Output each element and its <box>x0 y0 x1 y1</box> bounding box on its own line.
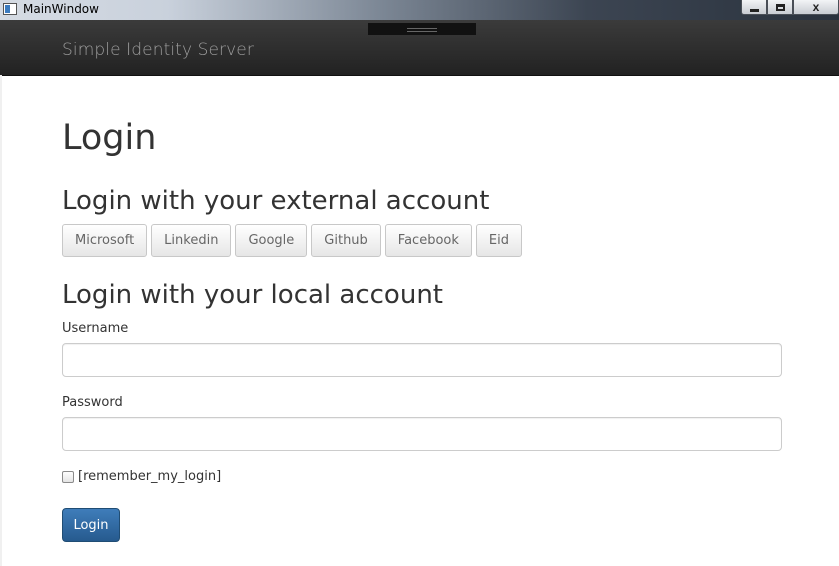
external-login-heading: Login with your external account <box>62 186 490 216</box>
facebook-login-button[interactable]: Facebook <box>384 224 472 257</box>
window-title-bar[interactable]: MainWindow x <box>0 0 839 20</box>
local-login-heading: Login with your local account <box>62 280 443 310</box>
remember-login-row: [remember_my_login] <box>62 469 221 484</box>
external-provider-buttons: Microsoft Linkedin Google Github Faceboo… <box>62 224 522 257</box>
window-title: MainWindow <box>23 2 99 16</box>
microsoft-login-button[interactable]: Microsoft <box>62 224 148 257</box>
remember-login-checkbox[interactable] <box>62 470 74 483</box>
username-field[interactable] <box>62 343 782 377</box>
grip-icon <box>407 28 437 32</box>
minimize-icon <box>749 8 759 12</box>
window-left-edge <box>0 75 2 566</box>
window-controls: x <box>741 0 839 16</box>
password-field[interactable] <box>62 417 782 451</box>
minimize-button[interactable] <box>741 0 767 15</box>
linkedin-login-button[interactable]: Linkedin <box>151 224 232 257</box>
eid-login-button[interactable]: Eid <box>475 224 522 257</box>
close-button[interactable]: x <box>793 0 839 15</box>
app-window-icon <box>3 3 17 15</box>
maximize-icon <box>775 3 785 11</box>
password-label: Password <box>62 395 123 410</box>
login-button[interactable]: Login <box>62 508 120 542</box>
google-login-button[interactable]: Google <box>235 224 308 257</box>
drag-handle[interactable] <box>368 23 476 35</box>
close-icon: x <box>812 0 820 14</box>
page-title: Login <box>62 118 157 158</box>
username-label: Username <box>62 321 129 336</box>
navbar-brand[interactable]: Simple Identity Server <box>62 40 254 60</box>
maximize-button[interactable] <box>767 0 793 15</box>
remember-login-label[interactable]: [remember_my_login] <box>78 469 221 484</box>
navbar: Simple Identity Server <box>0 20 839 76</box>
github-login-button[interactable]: Github <box>311 224 381 257</box>
